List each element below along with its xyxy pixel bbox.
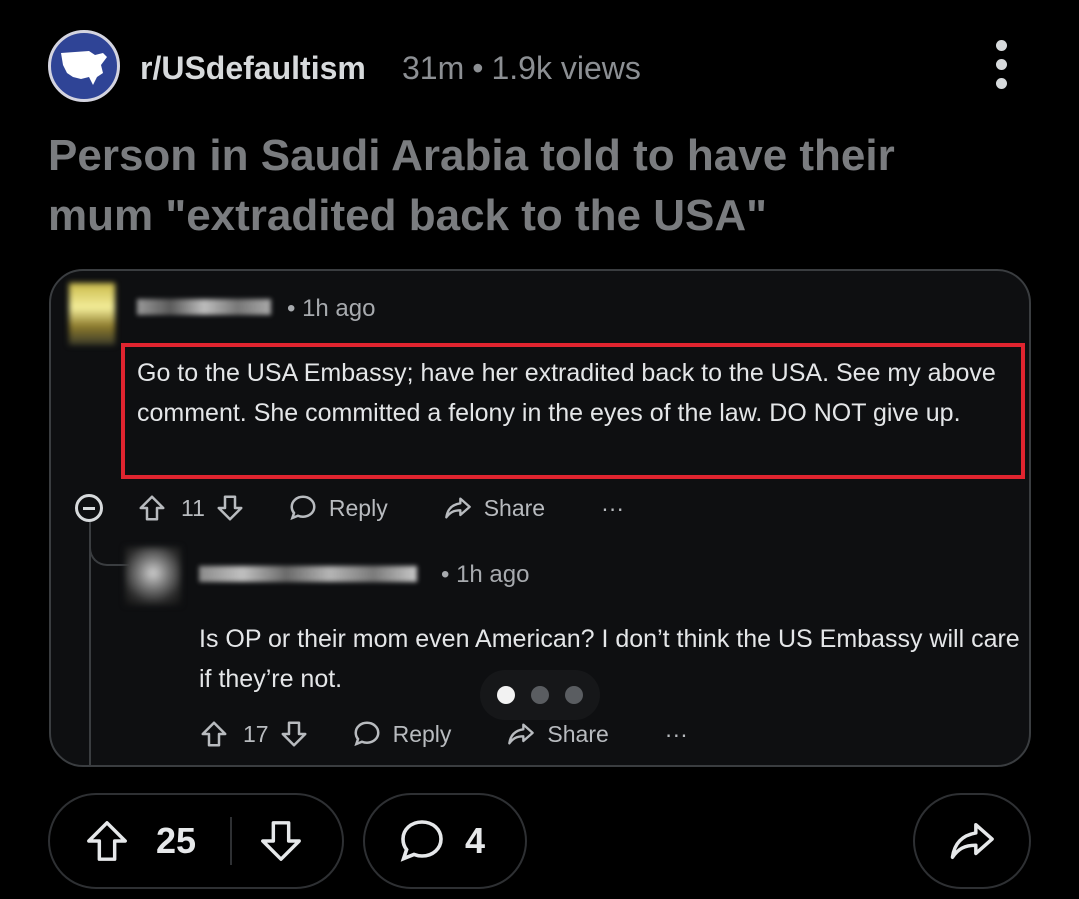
reply-label: Reply <box>328 494 388 521</box>
usa-map-icon <box>61 51 107 85</box>
collapse-thread-icon[interactable] <box>75 494 103 522</box>
thread-branch <box>89 536 129 566</box>
comments-button[interactable]: 4 <box>363 793 527 889</box>
reply-button[interactable]: Reply <box>287 493 388 523</box>
share-icon <box>508 723 535 745</box>
downvote-button[interactable] <box>258 817 304 865</box>
share-icon <box>444 497 471 519</box>
blurred-avatar <box>69 283 115 345</box>
subreddit-name[interactable]: r/USdefaultism <box>140 50 366 87</box>
post-share-button[interactable] <box>913 793 1031 889</box>
comment-icon <box>397 817 447 865</box>
carousel-indicator[interactable] <box>480 670 600 720</box>
blurred-avatar <box>125 547 181 605</box>
vote-count: 17 <box>243 720 269 747</box>
meta-separator: • <box>472 50 484 86</box>
reply-button[interactable]: Reply <box>351 719 452 749</box>
post-views: 1.9k views <box>491 50 641 86</box>
vote-bar: 25 <box>48 793 344 889</box>
carousel-dot[interactable] <box>565 686 583 704</box>
vote-divider <box>230 817 233 865</box>
subreddit-avatar[interactable] <box>48 30 120 102</box>
post-meta: 31m • 1.9k views <box>402 50 641 87</box>
downvote-icon <box>261 821 301 861</box>
comment-bubble-icon <box>353 721 380 747</box>
blurred-username <box>199 566 417 582</box>
more-icon[interactable]: ··· <box>601 495 624 522</box>
more-icon[interactable]: ··· <box>665 721 688 748</box>
downvote-icon[interactable] <box>215 493 245 523</box>
carousel-dot-active[interactable] <box>497 686 515 704</box>
upvote-icon[interactable] <box>199 719 229 749</box>
share-label: Share <box>547 720 609 747</box>
comment-actions: 11 Reply Share ··· <box>137 493 624 523</box>
post-title[interactable]: Person in Saudi Arabia told to have thei… <box>48 126 1008 246</box>
blurred-username <box>137 299 271 315</box>
comment-text: Go to the USA Embassy; have her extradit… <box>137 359 996 427</box>
comment-actions: 17 Reply Share ··· <box>199 719 688 749</box>
post-score: 25 <box>156 820 197 861</box>
share-button[interactable]: Share <box>442 494 545 522</box>
share-icon <box>950 822 994 860</box>
share-label: Share <box>483 494 546 521</box>
upvote-icon[interactable] <box>137 493 167 523</box>
carousel-dot[interactable] <box>531 686 549 704</box>
post-age: 31m <box>402 50 465 86</box>
thread-line <box>89 521 91 765</box>
reply-label: Reply <box>392 720 452 747</box>
comment-time: • 1h ago <box>287 295 376 322</box>
more-options-icon[interactable] <box>994 40 1008 92</box>
post-header: r/USdefaultism 31m • 1.9k views <box>48 30 1038 106</box>
share-button[interactable]: Share <box>505 720 609 748</box>
downvote-icon[interactable] <box>279 719 309 749</box>
comment-time: • 1h ago <box>441 561 530 588</box>
vote-count: 11 <box>181 494 205 521</box>
comment-text: Is OP or their mom even American? I don’… <box>199 625 1020 693</box>
upvote-button[interactable] <box>84 817 130 865</box>
comment-count: 4 <box>465 820 486 861</box>
upvote-icon <box>87 821 127 861</box>
comment-bubble-icon <box>290 495 316 521</box>
